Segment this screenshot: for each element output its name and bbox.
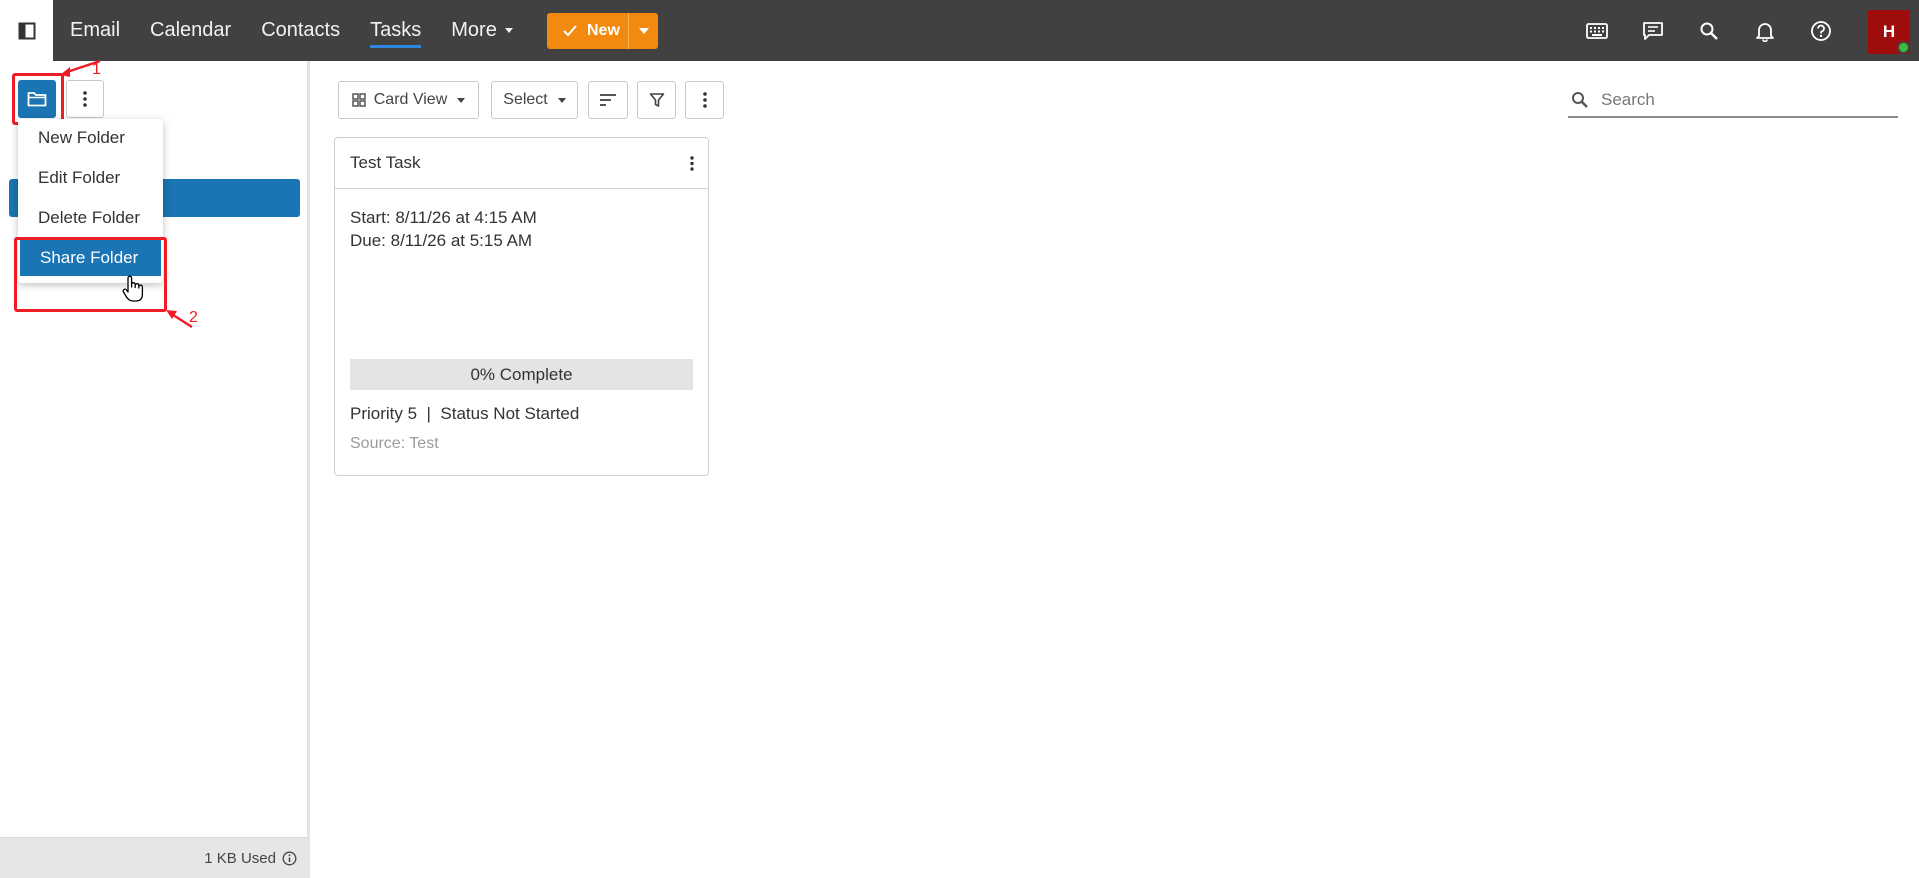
nav-contacts[interactable]: Contacts xyxy=(261,19,340,42)
annotation-number-2: 2 xyxy=(189,309,198,326)
filter-button[interactable] xyxy=(637,81,676,119)
new-dropdown-button[interactable] xyxy=(629,13,658,49)
storage-usage: 1 KB Used xyxy=(0,837,307,878)
caret-down-icon xyxy=(504,28,513,34)
task-card[interactable]: Test Task Start: 8/11/26 at 4:15 AM Due:… xyxy=(334,137,709,476)
new-button-label: New xyxy=(587,22,620,39)
hand-cursor-icon xyxy=(122,275,144,302)
nav-more-label: More xyxy=(451,19,497,41)
caret-down-icon xyxy=(638,28,649,34)
task-progress-label: 0% Complete xyxy=(470,364,573,384)
new-button[interactable]: New xyxy=(547,13,629,49)
task-menu-icon[interactable] xyxy=(690,155,694,171)
menu-item-label: New Folder xyxy=(38,128,125,147)
new-button-group: New xyxy=(547,13,658,49)
sidebar-more-button[interactable] xyxy=(66,80,104,118)
search-icon xyxy=(1700,22,1718,40)
bell-icon xyxy=(1756,22,1774,42)
menu-item-label: Edit Folder xyxy=(38,168,121,187)
menu-item-delete-folder[interactable]: Delete Folder xyxy=(18,200,163,236)
nav-tasks[interactable]: Tasks xyxy=(370,19,422,48)
sidebar: New Folder Edit Folder Delete Folder Sha… xyxy=(0,59,310,878)
top-icons xyxy=(1569,0,1849,61)
top-bar: Email Calendar Contacts Tasks More New H xyxy=(0,0,1919,61)
sidebar-toggle-icon xyxy=(18,22,35,39)
info-icon[interactable] xyxy=(282,851,297,866)
task-source: Source: Test xyxy=(350,435,439,452)
menu-item-new-folder[interactable]: New Folder xyxy=(18,120,163,156)
select-dropdown-label: Select xyxy=(503,91,548,108)
select-dropdown[interactable]: Select xyxy=(491,81,578,119)
nav-more[interactable]: More xyxy=(451,19,513,42)
search-box xyxy=(1568,83,1898,118)
main-nav: Email Calendar Contacts Tasks More xyxy=(70,0,543,61)
sort-icon xyxy=(600,94,616,106)
task-title: Test Task xyxy=(350,153,421,172)
nav-calendar[interactable]: Calendar xyxy=(150,19,231,42)
help-button[interactable] xyxy=(1793,0,1849,61)
kebab-icon xyxy=(702,92,707,108)
view-dropdown-label: Card View xyxy=(373,91,448,108)
task-priority-status: Priority 5 | Status Not Started xyxy=(350,404,580,423)
annotation-box-2 xyxy=(14,237,167,312)
checkmark-icon xyxy=(563,25,577,37)
task-card-header: Test Task xyxy=(335,138,708,189)
keyboard-shortcuts-button[interactable] xyxy=(1569,0,1625,61)
help-icon xyxy=(1811,20,1831,41)
toolbar-more-button[interactable] xyxy=(685,81,724,119)
search-input[interactable] xyxy=(1601,89,1881,110)
task-start: Start: 8/11/26 at 4:15 AM xyxy=(350,208,537,227)
nav-email[interactable]: Email xyxy=(70,19,120,42)
task-due: Due: 8/11/26 at 5:15 AM xyxy=(350,231,533,250)
search-button[interactable] xyxy=(1681,0,1737,61)
annotation-number-1: 1 xyxy=(92,61,101,78)
sort-button[interactable] xyxy=(588,81,628,119)
avatar-initial: H xyxy=(1882,22,1896,41)
menu-item-label: Delete Folder xyxy=(38,208,141,227)
panel-toggle-button[interactable] xyxy=(0,0,53,61)
user-avatar[interactable]: H xyxy=(1868,10,1910,54)
caret-down-icon xyxy=(557,97,566,103)
notifications-button[interactable] xyxy=(1737,0,1793,61)
chat-icon xyxy=(1643,21,1663,40)
search-icon xyxy=(1572,91,1588,108)
filter-icon xyxy=(649,93,664,107)
kebab-icon xyxy=(83,91,87,107)
keyboard-icon xyxy=(1586,22,1608,39)
storage-label: 1 KB Used xyxy=(204,849,276,867)
task-dates: Start: 8/11/26 at 4:15 AM Due: 8/11/26 a… xyxy=(350,206,537,252)
caret-down-icon xyxy=(457,97,466,103)
online-status-indicator xyxy=(1897,41,1910,54)
grid-view-icon xyxy=(351,93,366,107)
menu-item-edit-folder[interactable]: Edit Folder xyxy=(18,160,163,196)
chat-button[interactable] xyxy=(1625,0,1681,61)
task-progress-bar: 0% Complete xyxy=(350,359,693,390)
view-dropdown[interactable]: Card View xyxy=(338,81,479,119)
